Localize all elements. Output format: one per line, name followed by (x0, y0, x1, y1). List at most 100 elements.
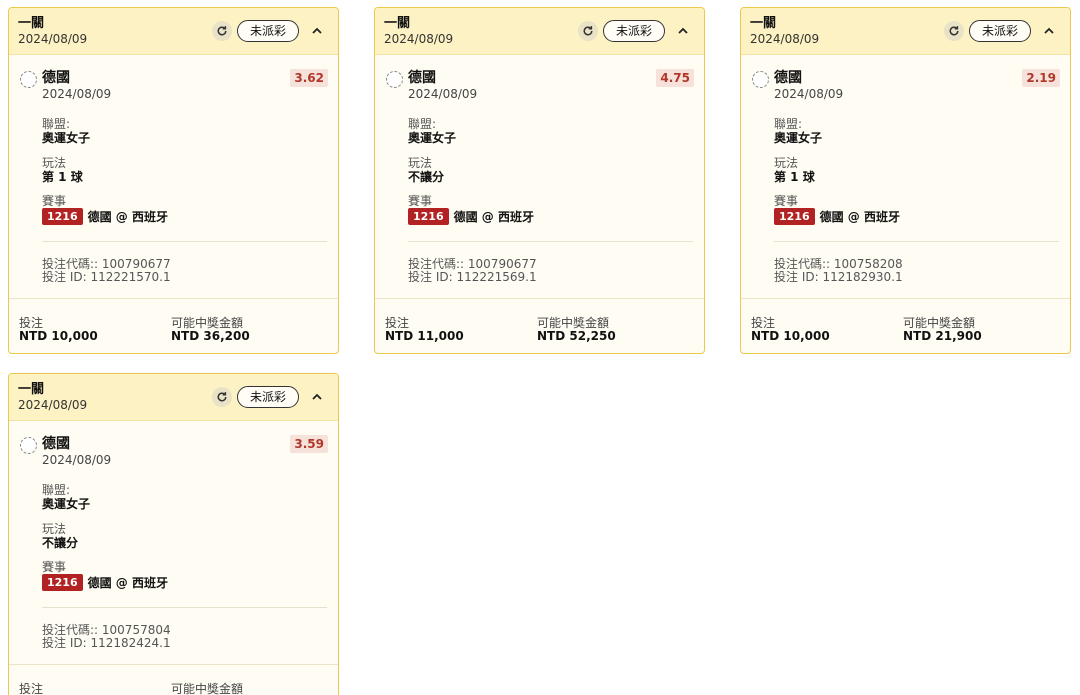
status-badge: 未派彩 (603, 20, 666, 42)
radio-icon[interactable] (386, 71, 403, 88)
radio-icon[interactable] (752, 71, 769, 88)
match-id-badge: 1216 (408, 208, 449, 225)
bet-type-title: 一關 (384, 16, 411, 31)
potential-win-value: NTD 36,200 (171, 329, 250, 343)
bet-date: 2024/08/09 (750, 32, 820, 46)
bet-card: 一關 2024/08/09 未派彩 德國 2024/08/09 2.19 聯盟:… (740, 7, 1071, 354)
play-label: 玩法 (42, 156, 67, 170)
card-footer: 投注 NTD 10,000 可能中獎金額 NTD 36,200 (9, 298, 338, 353)
refresh-icon (217, 26, 227, 36)
bet-id: 投注 ID: 112182424.1 (42, 636, 171, 650)
odds-badge: 3.59 (290, 435, 328, 453)
play-label: 玩法 (774, 156, 799, 170)
bet-id: 投注 ID: 112182930.1 (774, 270, 903, 284)
stake-value: NTD 11,000 (385, 329, 464, 343)
refresh-button[interactable] (578, 21, 598, 41)
potential-win-value: NTD 21,900 (903, 329, 982, 343)
team-date: 2024/08/09 (42, 453, 112, 467)
card-footer: 投注 可能中獎金額 (9, 664, 338, 695)
match-row: 1216 德國 @ 西班牙 (408, 208, 534, 225)
match-name: 德國 @ 西班牙 (87, 209, 168, 224)
radio-icon[interactable] (20, 437, 37, 454)
refresh-icon (583, 26, 593, 36)
league-label: 聯盟: (42, 483, 71, 497)
league-value: 奧運女子 (774, 131, 823, 145)
league-value: 奧運女子 (408, 131, 457, 145)
bet-date: 2024/08/09 (18, 32, 88, 46)
potential-win-label: 可能中獎金額 (171, 682, 244, 695)
collapse-button[interactable] (673, 21, 693, 41)
team-date: 2024/08/09 (408, 87, 478, 101)
match-row: 1216 德國 @ 西班牙 (42, 574, 168, 591)
team-name: 德國 (408, 70, 436, 86)
bet-id: 投注 ID: 112221570.1 (42, 270, 171, 284)
chevron-up-icon (678, 27, 688, 34)
bet-date: 2024/08/09 (18, 398, 88, 412)
team-name: 德國 (774, 70, 802, 86)
league-value: 奧運女子 (42, 497, 91, 511)
league-label: 聯盟: (774, 117, 803, 131)
card-header: 一關 2024/08/09 未派彩 (375, 8, 704, 55)
card-body: 德國 2024/08/09 4.75 聯盟: 奧運女子 玩法 不讓分 賽事 12… (375, 55, 704, 298)
collapse-button[interactable] (1039, 21, 1059, 41)
radio-icon[interactable] (20, 71, 37, 88)
play-value: 不讓分 (42, 536, 79, 550)
bet-card: 一關 2024/08/09 未派彩 德國 2024/08/09 3.62 聯盟:… (8, 7, 339, 354)
bet-type-title: 一關 (750, 16, 777, 31)
refresh-button[interactable] (944, 21, 964, 41)
divider (42, 607, 327, 608)
match-id-badge: 1216 (774, 208, 815, 225)
play-label: 玩法 (42, 522, 67, 536)
status-badge: 未派彩 (237, 20, 300, 42)
team-date: 2024/08/09 (774, 87, 844, 101)
refresh-button[interactable] (212, 387, 232, 407)
bet-id: 投注 ID: 112221569.1 (408, 270, 537, 284)
team-date: 2024/08/09 (42, 87, 112, 101)
card-body: 德國 2024/08/09 2.19 聯盟: 奧運女子 玩法 第 1 球 賽事 … (741, 55, 1070, 298)
league-label: 聯盟: (408, 117, 437, 131)
status-badge: 未派彩 (237, 386, 300, 408)
team-name: 德國 (42, 436, 70, 452)
match-name: 德國 @ 西班牙 (87, 575, 168, 590)
bet-type-title: 一關 (18, 382, 45, 397)
bet-date: 2024/08/09 (384, 32, 454, 46)
card-header: 一關 2024/08/09 未派彩 (9, 8, 338, 55)
divider (408, 241, 693, 242)
stake-value: NTD 10,000 (19, 329, 98, 343)
chevron-up-icon (1044, 27, 1054, 34)
stake-label: 投注 (19, 682, 44, 695)
match-id-badge: 1216 (42, 208, 83, 225)
odds-badge: 2.19 (1022, 69, 1060, 87)
odds-badge: 3.62 (290, 69, 328, 87)
divider (774, 241, 1059, 242)
card-footer: 投注 NTD 10,000 可能中獎金額 NTD 21,900 (741, 298, 1070, 353)
match-row: 1216 德國 @ 西班牙 (774, 208, 900, 225)
refresh-icon (217, 392, 227, 402)
match-label: 賽事 (42, 194, 67, 208)
team-name: 德國 (42, 70, 70, 86)
league-value: 奧運女子 (42, 131, 91, 145)
play-value: 第 1 球 (774, 170, 815, 184)
bet-type-title: 一關 (18, 16, 45, 31)
card-header: 一關 2024/08/09 未派彩 (741, 8, 1070, 55)
chevron-up-icon (312, 393, 322, 400)
match-label: 賽事 (408, 194, 433, 208)
play-value: 不讓分 (408, 170, 445, 184)
card-header: 一關 2024/08/09 未派彩 (9, 374, 338, 421)
card-body: 德國 2024/08/09 3.62 聯盟: 奧運女子 玩法 第 1 球 賽事 … (9, 55, 338, 298)
refresh-button[interactable] (212, 21, 232, 41)
stake-value: NTD 10,000 (751, 329, 830, 343)
potential-win-value: NTD 52,250 (537, 329, 616, 343)
chevron-up-icon (312, 27, 322, 34)
refresh-icon (949, 26, 959, 36)
status-badge: 未派彩 (969, 20, 1032, 42)
odds-badge: 4.75 (656, 69, 694, 87)
play-label: 玩法 (408, 156, 433, 170)
card-body: 德國 2024/08/09 3.59 聯盟: 奧運女子 玩法 不讓分 賽事 12… (9, 421, 338, 664)
league-label: 聯盟: (42, 117, 71, 131)
bet-card: 一關 2024/08/09 未派彩 德國 2024/08/09 4.75 聯盟:… (374, 7, 705, 354)
collapse-button[interactable] (307, 387, 327, 407)
card-footer: 投注 NTD 11,000 可能中獎金額 NTD 52,250 (375, 298, 704, 353)
collapse-button[interactable] (307, 21, 327, 41)
match-label: 賽事 (774, 194, 799, 208)
